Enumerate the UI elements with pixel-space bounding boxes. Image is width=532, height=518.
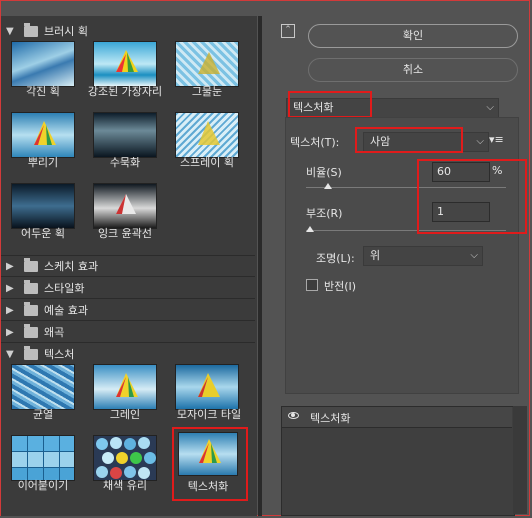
light-select-value: 위 bbox=[370, 249, 381, 262]
effect-layers-panel: 텍스처화 bbox=[281, 406, 515, 516]
scale-label: 비율(S) bbox=[306, 166, 342, 179]
divider bbox=[1, 255, 255, 256]
thumb-craquelure[interactable] bbox=[11, 364, 75, 410]
chevron-down-icon: ⌵ bbox=[486, 102, 494, 113]
thumb-label: 잉크 윤곽선 bbox=[97, 227, 153, 240]
thumb-crosshatch[interactable] bbox=[175, 41, 239, 87]
divider bbox=[1, 342, 255, 343]
category-brush-strokes[interactable]: ▼ 브러시 획 bbox=[6, 22, 88, 40]
divider bbox=[1, 298, 255, 299]
thumb-label: 채색 유리 bbox=[103, 479, 147, 492]
thumb-accented-edges[interactable] bbox=[93, 41, 157, 87]
thumb-label: 그물눈 bbox=[191, 85, 223, 98]
thumb-grain[interactable] bbox=[93, 364, 157, 410]
folder-icon bbox=[24, 279, 38, 294]
divider bbox=[1, 320, 255, 321]
thumb-label: 스프레이 획 bbox=[179, 156, 235, 169]
eye-icon[interactable] bbox=[288, 412, 299, 419]
category-stylize[interactable]: ▶ 스타일화 bbox=[6, 279, 84, 297]
category-label: 브러시 획 bbox=[44, 25, 88, 38]
chevron-down-icon: ⌵ bbox=[470, 250, 478, 261]
category-label: 텍스처 bbox=[44, 348, 75, 361]
collapsed-triangle-icon: ▶ bbox=[6, 260, 14, 272]
folder-icon bbox=[24, 301, 38, 316]
folder-icon bbox=[24, 323, 38, 338]
collapsed-triangle-icon: ▶ bbox=[6, 282, 14, 294]
category-label: 예술 효과 bbox=[44, 304, 88, 317]
category-sketch[interactable]: ▶ 스케치 효과 bbox=[6, 257, 98, 275]
ok-button[interactable]: 확인 bbox=[308, 24, 518, 48]
collapsed-triangle-icon: ▶ bbox=[6, 326, 14, 338]
values-highlight bbox=[417, 159, 527, 234]
category-distort[interactable]: ▶ 왜곡 bbox=[6, 323, 64, 341]
thumb-label: 수묵화 bbox=[109, 156, 141, 169]
light-label: 조명(L): bbox=[316, 252, 355, 265]
thumb-label: 그레인 bbox=[109, 408, 141, 421]
thumb-mosaic-tiles[interactable] bbox=[175, 364, 239, 410]
collapse-gallery-icon[interactable]: ⌃ bbox=[281, 24, 295, 38]
thumb-label: 모자이크 타일 bbox=[176, 408, 242, 421]
thumb-patchwork[interactable] bbox=[11, 435, 75, 481]
thumb-angled-strokes[interactable] bbox=[11, 41, 75, 87]
category-artistic[interactable]: ▶ 예술 효과 bbox=[6, 301, 88, 319]
thumb-label: 각진 획 bbox=[26, 85, 60, 98]
thumb-label: 어두운 획 bbox=[21, 227, 65, 240]
folder-icon bbox=[24, 257, 38, 272]
thumb-stained-glass[interactable] bbox=[93, 435, 157, 481]
invert-checkbox[interactable] bbox=[306, 279, 318, 291]
light-select[interactable]: 위 ⌵ bbox=[363, 246, 483, 266]
cancel-button[interactable]: 취소 bbox=[308, 58, 518, 82]
effect-layer-row[interactable]: 텍스처화 bbox=[282, 407, 512, 428]
divider bbox=[1, 276, 255, 277]
category-label: 스타일화 bbox=[44, 282, 85, 295]
expanded-triangle-icon: ▼ bbox=[6, 25, 14, 37]
texture-select-highlight bbox=[355, 127, 463, 153]
expanded-triangle-icon: ▼ bbox=[6, 348, 14, 360]
scale-slider-knob[interactable] bbox=[324, 183, 332, 189]
collapsed-triangle-icon: ▶ bbox=[6, 304, 14, 316]
texture-menu-icon[interactable]: ▾≡ bbox=[489, 133, 504, 146]
filter-select-highlight bbox=[288, 91, 372, 118]
relief-label: 부조(R) bbox=[306, 207, 343, 220]
category-label: 스케치 효과 bbox=[44, 260, 99, 273]
category-texture[interactable]: ▼ 텍스처 bbox=[6, 345, 74, 363]
folder-icon bbox=[24, 345, 38, 360]
thumb-label: 강조된 가장자리 bbox=[87, 85, 163, 98]
texture-label: 텍스처(T): bbox=[290, 136, 340, 149]
thumb-ink-outlines[interactable] bbox=[93, 183, 157, 229]
thumb-label: 균열 bbox=[32, 408, 54, 421]
thumb-sprayed-strokes[interactable] bbox=[175, 112, 239, 158]
thumb-dark-strokes[interactable] bbox=[11, 183, 75, 229]
relief-slider-knob[interactable] bbox=[306, 226, 314, 232]
effect-layer-label: 텍스처화 bbox=[310, 412, 351, 425]
invert-label: 반전(I) bbox=[324, 280, 357, 293]
layers-scrollbar[interactable] bbox=[513, 406, 527, 514]
category-label: 왜곡 bbox=[44, 326, 65, 339]
folder-icon bbox=[24, 22, 38, 37]
gallery-scrollbar[interactable] bbox=[258, 16, 262, 516]
thumb-label: 이어붙이기 bbox=[17, 479, 69, 492]
thumb-spatter[interactable] bbox=[11, 112, 75, 158]
chevron-down-icon: ⌵ bbox=[476, 136, 484, 147]
thumb-sumi-e[interactable] bbox=[93, 112, 157, 158]
thumb-label: 뿌리기 bbox=[27, 156, 59, 169]
selected-filter-highlight bbox=[172, 427, 248, 501]
